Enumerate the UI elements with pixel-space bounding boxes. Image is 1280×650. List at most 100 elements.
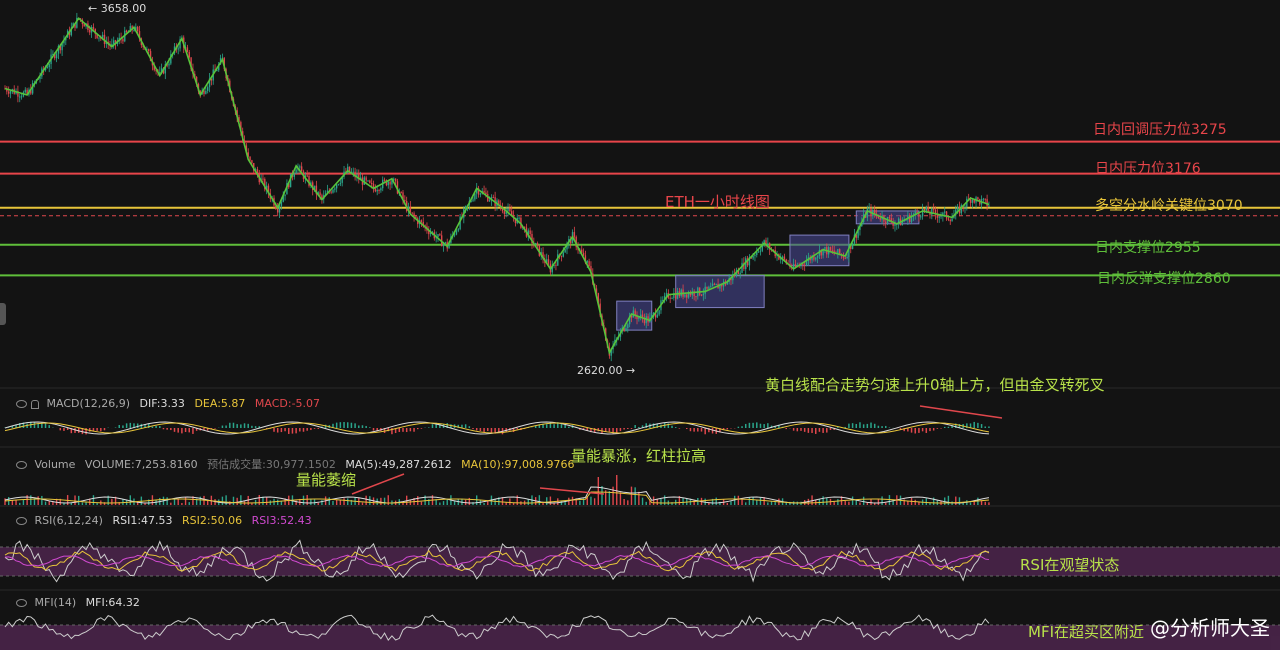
candle-body xyxy=(284,194,286,197)
candle-body xyxy=(816,255,819,258)
candle-body xyxy=(547,259,550,264)
candle-body xyxy=(177,48,179,50)
candle-body xyxy=(879,218,881,220)
side-panel-handle[interactable] xyxy=(0,303,6,325)
candle-body xyxy=(7,91,10,94)
rsi-annotation: RSI在观望状态 xyxy=(1020,556,1120,574)
candle-body xyxy=(24,89,26,93)
candle-body xyxy=(932,208,935,210)
candle-body xyxy=(330,191,332,193)
candle-body xyxy=(977,197,979,200)
candle-body xyxy=(564,249,566,253)
candle-body xyxy=(376,189,378,192)
candle-body xyxy=(133,29,135,31)
candle-body xyxy=(389,181,391,185)
candle-body xyxy=(206,87,209,91)
candle-body xyxy=(945,211,948,219)
candle-body xyxy=(46,67,49,69)
candle-body xyxy=(669,297,671,299)
macd-annotation: 黄白线配合走势匀速上升0轴上方，但由金叉转死叉 xyxy=(765,376,1105,394)
candle-body xyxy=(582,252,585,256)
candle-body xyxy=(332,189,334,193)
level-label-2955: 日内支撑位2955 xyxy=(1095,240,1201,256)
chart-canvas[interactable] xyxy=(0,0,1280,650)
candle-body xyxy=(483,191,485,193)
candle-body xyxy=(803,264,806,266)
candle-body xyxy=(831,250,834,252)
candle-body xyxy=(815,257,817,260)
candle-body xyxy=(186,47,189,52)
candle-body xyxy=(455,230,458,235)
candle-body xyxy=(909,215,911,222)
candle-body xyxy=(365,177,367,181)
eye-icon[interactable] xyxy=(16,517,27,525)
candle-body xyxy=(439,234,441,236)
candle-body xyxy=(951,218,953,222)
candle-body xyxy=(627,324,629,329)
eye-icon[interactable] xyxy=(16,599,27,607)
candle-body xyxy=(711,283,714,287)
candle-body xyxy=(125,30,128,33)
candle-body xyxy=(400,192,402,194)
candle-body xyxy=(844,257,846,259)
candle-body xyxy=(529,230,531,234)
candle-body xyxy=(536,242,539,245)
candle-body xyxy=(518,217,520,219)
candle-body xyxy=(98,37,100,39)
candle-body xyxy=(715,283,717,285)
candle-body xyxy=(293,173,295,177)
candle-body xyxy=(278,205,281,213)
candle-body xyxy=(588,261,590,267)
candle-body xyxy=(113,40,115,44)
candle-body xyxy=(824,247,826,249)
candle-body xyxy=(754,255,756,257)
candle-body xyxy=(971,199,974,203)
candle-body xyxy=(492,197,494,199)
candle-body xyxy=(299,166,301,168)
candle-body xyxy=(168,63,170,66)
bell-icon[interactable] xyxy=(31,399,39,409)
candle-body xyxy=(188,51,190,58)
candle-body xyxy=(918,213,920,217)
candle-body xyxy=(921,208,924,217)
candle-body xyxy=(713,283,716,285)
candle-body xyxy=(251,160,253,163)
candle-body xyxy=(956,206,959,210)
candle-body xyxy=(704,286,706,294)
candle-body xyxy=(387,181,389,186)
annotation-arrow xyxy=(351,473,405,495)
candle-body xyxy=(757,251,760,253)
candle-body xyxy=(710,286,712,288)
candle-body xyxy=(868,208,870,210)
annotation-arrow xyxy=(919,405,1003,419)
candle-body xyxy=(940,216,942,218)
candle-body xyxy=(949,219,951,222)
candle-body xyxy=(337,184,340,186)
candle-body xyxy=(20,96,23,98)
candle-body xyxy=(947,218,950,220)
candle-body xyxy=(982,198,985,200)
candle-body xyxy=(122,39,124,42)
candle-body xyxy=(159,71,161,73)
candle-body xyxy=(437,234,439,237)
candle-body xyxy=(702,293,705,296)
volume-surge-annotation: 量能暴涨，红柱拉高 xyxy=(571,447,707,465)
candle-body xyxy=(370,182,373,184)
chart-title: ETH一小时线图 xyxy=(665,193,770,211)
candle-body xyxy=(89,29,91,33)
candle-body xyxy=(136,26,139,32)
candle-body xyxy=(706,286,708,289)
candle-body xyxy=(783,256,786,260)
eye-icon[interactable] xyxy=(16,400,27,408)
level-label-3275: 日内回调压力位3275 xyxy=(1093,122,1227,138)
candle-body xyxy=(885,221,887,224)
candle-body xyxy=(380,188,382,191)
candle-body xyxy=(378,189,380,191)
candle-body xyxy=(686,294,688,298)
candle-body xyxy=(472,199,474,201)
eye-icon[interactable] xyxy=(16,461,27,469)
candle-body xyxy=(560,255,563,257)
candle-body xyxy=(573,232,576,237)
candle-body xyxy=(295,169,297,174)
candle-body xyxy=(19,96,21,98)
